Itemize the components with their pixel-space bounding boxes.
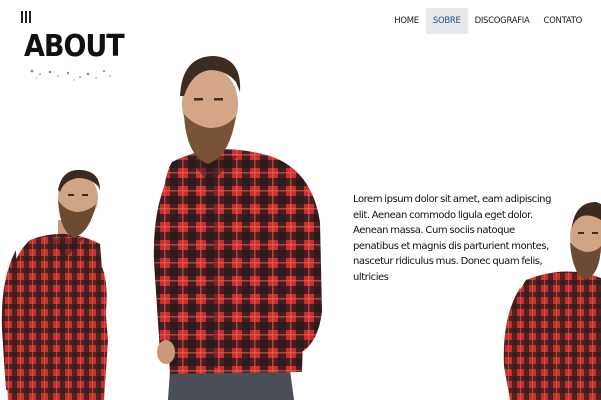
logo-mark-icon (21, 11, 31, 23)
nav-item-sobre[interactable]: SOBRE (425, 8, 468, 34)
main-nav: HOME SOBRE DISCOGRAFIA CONTATO (387, 8, 589, 34)
nav-item-discografia[interactable]: DISCOGRAFIA (468, 8, 537, 34)
band-member-photo-center (152, 52, 328, 400)
about-paragraph: Lorem ipsum dolor sit amet, eam adipisci… (353, 194, 551, 283)
band-member-photo-left (0, 160, 112, 400)
page: ABOUT HOME SOBRE DISCOGRAFIA CONTATO Lor… (0, 0, 601, 400)
nav-item-contato[interactable]: CONTATO (537, 8, 589, 34)
grunge-splatter-icon (30, 69, 111, 81)
nav-item-home[interactable]: HOME (387, 8, 426, 34)
site-logo[interactable]: ABOUT (18, 8, 125, 81)
